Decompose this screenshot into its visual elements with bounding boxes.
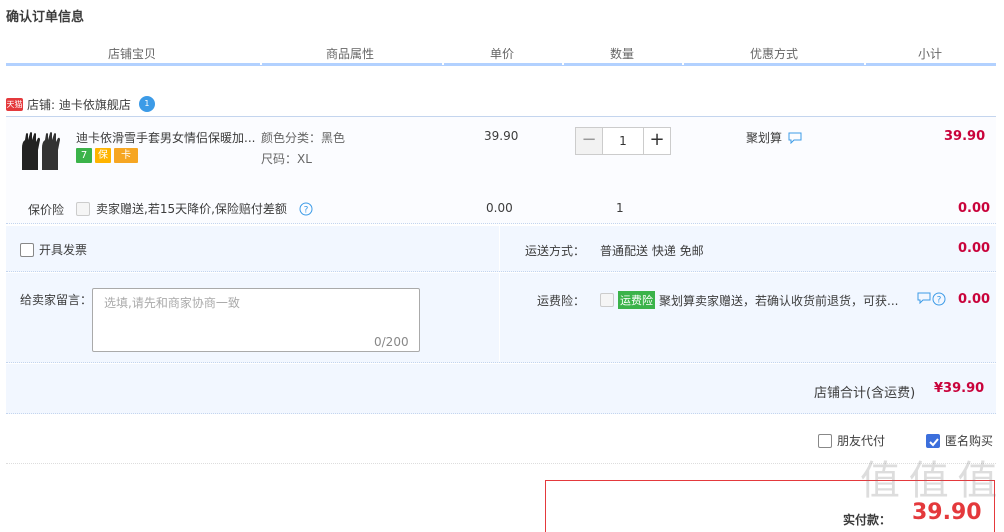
col-attributes: 商品属性 bbox=[326, 47, 375, 61]
table-header: 店铺宝贝 商品属性 单价 数量 优惠方式 小计 bbox=[6, 40, 996, 66]
freight-insurance-tag: 运费险 bbox=[618, 291, 655, 309]
insurance-quantity: 1 bbox=[616, 201, 624, 215]
message-icon[interactable] bbox=[788, 132, 802, 144]
product-thumbnail[interactable] bbox=[18, 130, 64, 174]
product-title-link[interactable]: 迪卡依滑雪手套男女情侣保暖加... bbox=[76, 129, 255, 146]
invoice-label: 开具发票 bbox=[39, 243, 88, 257]
invoice-shipping-row bbox=[6, 226, 996, 272]
shop-row: 天猫 店铺: 迪卡依旗舰店 1 bbox=[6, 94, 155, 114]
anonymous-label: 匿名购买 bbox=[945, 434, 994, 448]
item-subtotal: 39.90 bbox=[944, 129, 986, 144]
pay-label: 实付款： bbox=[843, 513, 892, 527]
freight-insurance-label: 运费险： bbox=[537, 294, 586, 308]
check-icon bbox=[929, 437, 939, 446]
shop-name-link[interactable]: 店铺: 迪卡依旗舰店 bbox=[27, 96, 131, 113]
message-icon[interactable] bbox=[917, 292, 931, 304]
credit-card-icon[interactable]: 卡 bbox=[114, 148, 138, 163]
help-icon[interactable]: ? bbox=[299, 202, 313, 216]
shipping-price: 0.00 bbox=[958, 241, 991, 256]
freight-insurance-text: 聚划算卖家赠送，若确认收货前退货，可获... bbox=[659, 293, 899, 308]
invoice-option: 开具发票 bbox=[20, 241, 87, 258]
col-quantity: 数量 bbox=[610, 47, 635, 61]
insurance-text: 卖家赠送,若15天降价,保险赔付差额 bbox=[96, 202, 287, 216]
discount-label: 聚划算 bbox=[746, 131, 783, 145]
shipping-method[interactable]: 普通配送 快递 免邮 bbox=[600, 242, 704, 259]
quantity-input[interactable]: 1 bbox=[603, 127, 643, 155]
message-placeholder: 选填,请先和商家协商一致 bbox=[104, 296, 240, 310]
svg-text:?: ? bbox=[937, 296, 942, 306]
freight-icons: ? bbox=[917, 292, 946, 306]
friend-pay-checkbox[interactable] bbox=[818, 433, 832, 448]
insurance-checkbox[interactable] bbox=[76, 201, 90, 216]
page-title: 确认订单信息 bbox=[6, 10, 85, 25]
message-char-count: 0/200 bbox=[374, 335, 409, 349]
insurance-price: 0.00 bbox=[486, 201, 513, 215]
shop-total-value: ¥39.90 bbox=[934, 381, 985, 396]
divider bbox=[6, 463, 996, 464]
guarantee-icon[interactable]: 保 bbox=[95, 148, 111, 163]
quantity-stepper: − 1 + bbox=[575, 127, 671, 155]
freight-insurance-checkbox[interactable] bbox=[600, 293, 614, 307]
quantity-plus-button[interactable]: + bbox=[643, 127, 671, 155]
anonymous-option: 匿名购买 bbox=[926, 432, 993, 449]
quantity-minus-button[interactable]: − bbox=[575, 127, 603, 155]
friend-pay-label: 朋友代付 bbox=[837, 434, 886, 448]
anonymous-checkbox[interactable] bbox=[926, 433, 940, 448]
insurance-option: 卖家赠送,若15天降价,保险赔付差额 ? bbox=[76, 200, 313, 217]
shop-total-label: 店铺合计(含运费) bbox=[814, 386, 916, 401]
attr-size: 尺码：XL bbox=[261, 152, 312, 166]
service-badges: 7 保 卡 bbox=[76, 148, 138, 163]
svg-text:?: ? bbox=[304, 205, 309, 215]
help-icon[interactable]: ? bbox=[932, 292, 946, 306]
unit-price: 39.90 bbox=[484, 129, 519, 143]
col-unit-price: 单价 bbox=[490, 47, 515, 61]
seven-day-return-icon[interactable]: 7 bbox=[76, 148, 92, 163]
discount-method: 聚划算 bbox=[746, 129, 802, 146]
attr-color: 颜色分类：黑色 bbox=[261, 131, 346, 145]
invoice-checkbox[interactable] bbox=[20, 242, 34, 257]
chat-icon[interactable]: 1 bbox=[138, 96, 155, 112]
shipping-label: 运送方式： bbox=[525, 244, 586, 258]
freight-insurance-option: 运费险 聚划算卖家赠送，若确认收货前退货，可获... bbox=[600, 291, 898, 309]
friend-pay-option: 朋友代付 bbox=[818, 432, 885, 449]
message-label: 给卖家留言： bbox=[20, 293, 93, 307]
tmall-badge: 天猫 bbox=[6, 97, 23, 111]
col-discount: 优惠方式 bbox=[750, 47, 799, 61]
insurance-label: 保价险 bbox=[28, 203, 65, 217]
col-shop-item: 店铺宝贝 bbox=[108, 47, 157, 61]
watermark: 值 值 值 bbox=[860, 458, 997, 504]
freight-insurance-price: 0.00 bbox=[958, 292, 991, 307]
col-subtotal: 小计 bbox=[918, 47, 943, 61]
insurance-subtotal: 0.00 bbox=[958, 201, 991, 216]
